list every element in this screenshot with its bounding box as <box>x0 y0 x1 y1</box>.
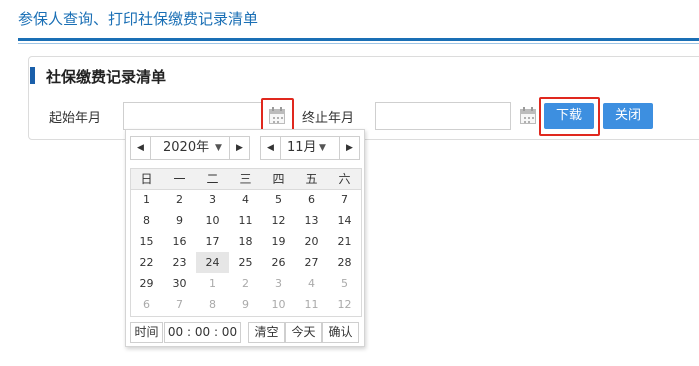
start-calendar-highlight <box>261 98 294 131</box>
day-cell[interactable]: 1 <box>130 189 163 210</box>
day-cell[interactable]: 25 <box>229 252 262 273</box>
triangle-right-icon: ▶ <box>236 143 243 153</box>
month-value[interactable]: 11月 <box>287 137 317 159</box>
year-selector: ◀ 2020年 ▼ ▶ <box>130 136 250 160</box>
day-cell[interactable]: 6 <box>295 189 328 210</box>
weekday-label: 六 <box>328 168 361 190</box>
day-cell[interactable]: 30 <box>163 273 196 294</box>
weekday-label: 二 <box>196 168 229 190</box>
week-row: 6 7 8 9 10 11 12 <box>130 294 361 315</box>
year-value[interactable]: 2020年 <box>163 137 209 159</box>
day-cell[interactable]: 15 <box>130 231 163 252</box>
page-title: 参保人查询、打印社保缴费记录清单 <box>18 10 259 28</box>
day-cell[interactable]: 18 <box>229 231 262 252</box>
end-month-input[interactable] <box>375 102 511 130</box>
close-button[interactable]: 关闭 <box>603 103 653 129</box>
calendar-grid: 日 一 二 三 四 五 六 1 2 3 4 5 6 7 8 9 10 11 12… <box>130 168 361 315</box>
week-row: 22 23 24 25 26 27 28 <box>130 252 361 273</box>
day-cell-other-month[interactable]: 12 <box>328 294 361 315</box>
section-title: 社保缴费记录清单 <box>46 68 167 86</box>
today-button[interactable]: 今天 <box>285 322 322 343</box>
day-cell-other-month[interactable]: 6 <box>130 294 163 315</box>
day-cell-other-month[interactable]: 11 <box>295 294 328 315</box>
triangle-left-icon: ◀ <box>267 143 274 153</box>
day-cell-other-month[interactable]: 8 <box>196 294 229 315</box>
day-cell-today[interactable]: 24 <box>196 252 229 273</box>
day-cell[interactable]: 21 <box>328 231 361 252</box>
download-button[interactable]: 下载 <box>544 103 594 129</box>
day-cell-other-month[interactable]: 3 <box>262 273 295 294</box>
weekday-header: 日 一 二 三 四 五 六 <box>130 168 361 190</box>
time-label: 时间 <box>130 322 163 343</box>
end-month-label: 终止年月 <box>302 111 355 126</box>
confirm-button[interactable]: 确认 <box>322 322 359 343</box>
day-cell-other-month[interactable]: 2 <box>229 273 262 294</box>
weekday-label: 日 <box>130 168 163 190</box>
day-cell-other-month[interactable]: 4 <box>295 273 328 294</box>
day-cell-other-month[interactable]: 1 <box>196 273 229 294</box>
week-row: 8 9 10 11 12 13 14 <box>130 210 361 231</box>
next-month-button[interactable]: ▶ <box>339 137 359 159</box>
day-cell[interactable]: 23 <box>163 252 196 273</box>
week-row: 29 30 1 2 3 4 5 <box>130 273 361 294</box>
month-dropdown-icon[interactable]: ▼ <box>319 137 326 159</box>
title-divider <box>18 38 699 41</box>
day-cell[interactable]: 17 <box>196 231 229 252</box>
clear-button[interactable]: 清空 <box>248 322 285 343</box>
day-cell[interactable]: 10 <box>196 210 229 231</box>
day-cell-other-month[interactable]: 10 <box>262 294 295 315</box>
start-month-label: 起始年月 <box>49 111 102 126</box>
day-cell[interactable]: 8 <box>130 210 163 231</box>
day-cell[interactable]: 7 <box>328 189 361 210</box>
day-cell[interactable]: 19 <box>262 231 295 252</box>
day-cell[interactable]: 3 <box>196 189 229 210</box>
date-picker: ◀ 2020年 ▼ ▶ ◀ 11月 ▼ ▶ 日 一 二 三 四 五 六 1 2 … <box>125 129 365 347</box>
day-cell[interactable]: 12 <box>262 210 295 231</box>
end-calendar-button[interactable] <box>518 106 538 126</box>
day-cell-other-month[interactable]: 5 <box>328 273 361 294</box>
day-cell[interactable]: 5 <box>262 189 295 210</box>
week-row: 15 16 17 18 19 20 21 <box>130 231 361 252</box>
day-cell[interactable]: 20 <box>295 231 328 252</box>
prev-month-button[interactable]: ◀ <box>261 137 281 159</box>
triangle-left-icon: ◀ <box>137 143 144 153</box>
day-cell[interactable]: 14 <box>328 210 361 231</box>
weekday-label: 一 <box>163 168 196 190</box>
day-cell[interactable]: 28 <box>328 252 361 273</box>
title-divider-thin <box>18 43 699 44</box>
day-cell-other-month[interactable]: 7 <box>163 294 196 315</box>
week-row: 1 2 3 4 5 6 7 <box>130 189 361 210</box>
day-cell[interactable]: 4 <box>229 189 262 210</box>
month-selector: ◀ 11月 ▼ ▶ <box>260 136 360 160</box>
start-month-input[interactable] <box>123 102 263 130</box>
weekday-label: 四 <box>262 168 295 190</box>
day-cell-other-month[interactable]: 9 <box>229 294 262 315</box>
prev-year-button[interactable]: ◀ <box>131 137 151 159</box>
day-cell[interactable]: 16 <box>163 231 196 252</box>
weekday-label: 三 <box>229 168 262 190</box>
day-cell[interactable]: 26 <box>262 252 295 273</box>
day-cell[interactable]: 2 <box>163 189 196 210</box>
day-cell[interactable]: 9 <box>163 210 196 231</box>
day-cell[interactable]: 29 <box>130 273 163 294</box>
weekday-label: 五 <box>295 168 328 190</box>
day-cell[interactable]: 11 <box>229 210 262 231</box>
time-input[interactable]: 00 : 00 : 00 <box>164 322 241 343</box>
day-cell[interactable]: 13 <box>295 210 328 231</box>
year-dropdown-icon[interactable]: ▼ <box>215 137 222 159</box>
day-cell[interactable]: 27 <box>295 252 328 273</box>
triangle-right-icon: ▶ <box>346 143 353 153</box>
section-marker <box>30 67 35 84</box>
day-cell[interactable]: 22 <box>130 252 163 273</box>
next-year-button[interactable]: ▶ <box>229 137 249 159</box>
